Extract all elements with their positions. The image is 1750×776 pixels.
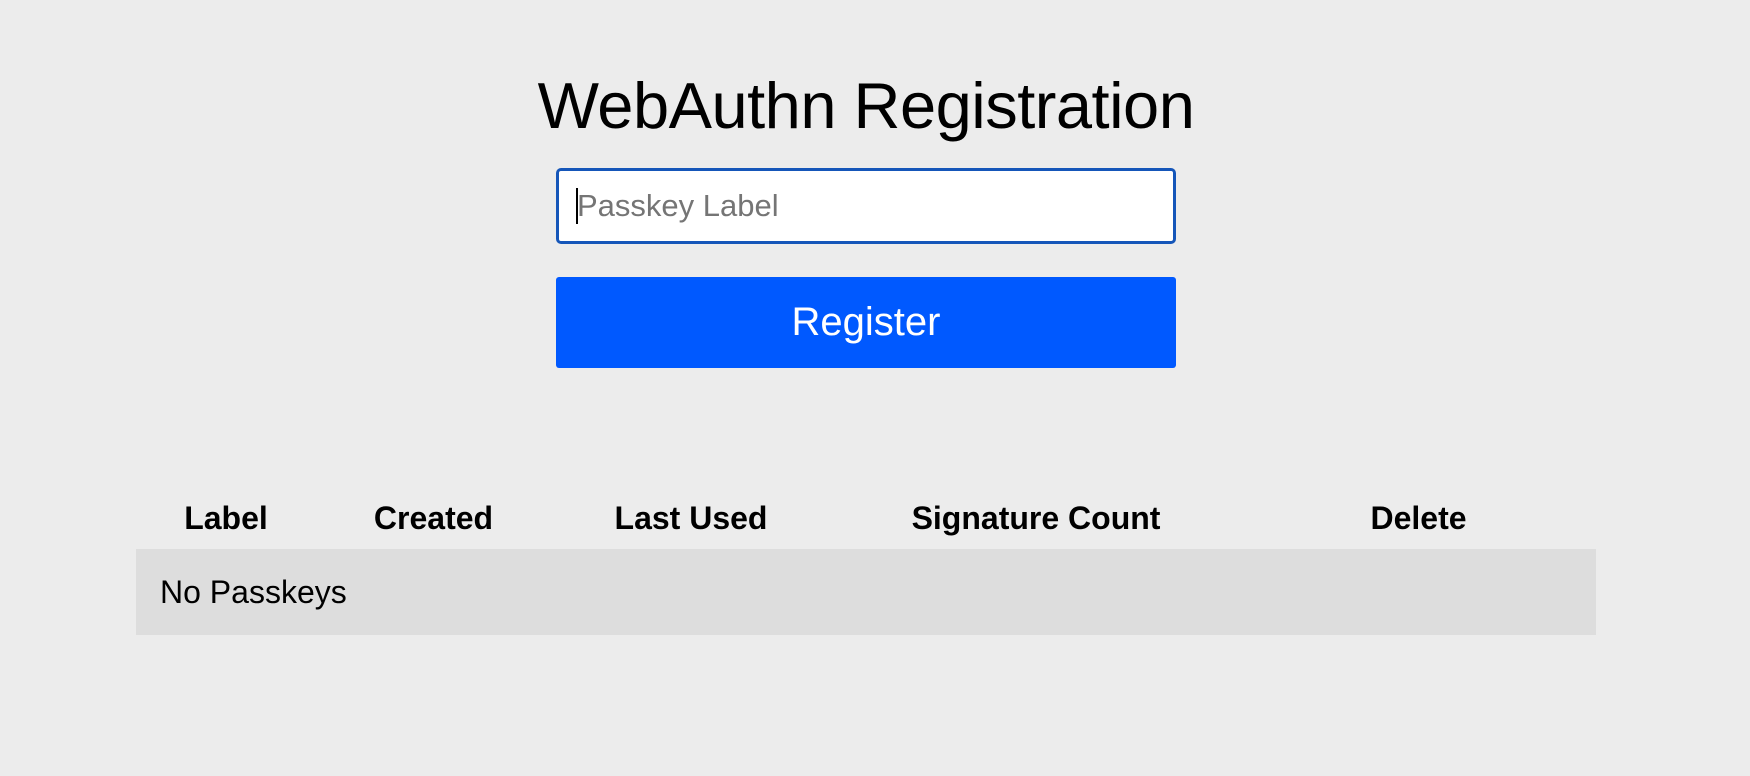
column-header-last-used: Last Used	[614, 500, 768, 536]
register-button[interactable]: Register	[556, 277, 1176, 368]
column-header-delete: Delete	[1370, 500, 1467, 536]
page-title: WebAuthn Registration	[537, 69, 1195, 142]
passkey-label-input[interactable]	[556, 168, 1176, 244]
text-cursor	[576, 188, 578, 224]
column-header-signature-count: Signature Count	[911, 500, 1161, 536]
registration-page: WebAuthn Registration Register Label Cre…	[0, 0, 1750, 776]
column-header-created: Created	[373, 500, 494, 536]
column-header-label: Label	[184, 500, 268, 536]
table-row: No Passkeys	[136, 549, 1596, 635]
empty-table-message: No Passkeys	[136, 549, 1596, 635]
passkeys-table: Label Created Last Used Signature Count …	[136, 480, 1596, 635]
table-header-row: Label Created Last Used Signature Count …	[136, 480, 1596, 549]
